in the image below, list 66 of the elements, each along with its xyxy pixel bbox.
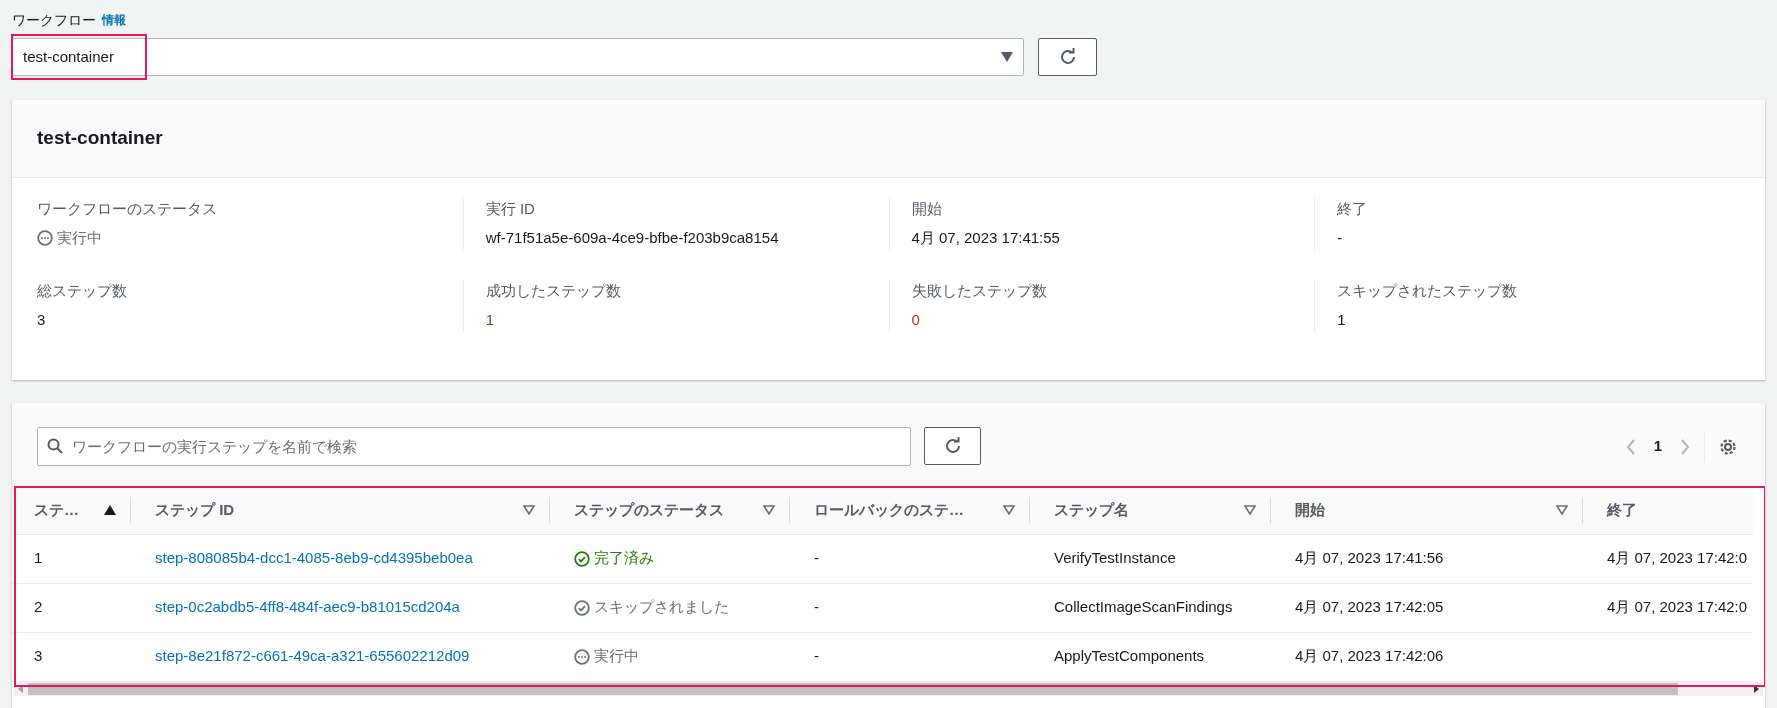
field-label: スキップされたステップ数: [1337, 281, 1519, 301]
field-label: 終了: [1337, 199, 1369, 219]
field-value: 1: [1337, 309, 1347, 330]
field-value: 3: [37, 309, 47, 330]
sort-icon[interactable]: [1244, 504, 1256, 515]
card-title: test-container: [37, 126, 163, 151]
sort-icon[interactable]: [523, 504, 535, 515]
table-cell: -: [814, 549, 819, 567]
refresh-icon: [943, 437, 962, 455]
table-cell: ApplyTestComponents: [1054, 647, 1205, 665]
field-value: 4月 07, 2023 17:41:55: [911, 227, 1061, 248]
table-cell: -: [814, 598, 819, 616]
status-text: 実行中: [57, 227, 102, 248]
column-header[interactable]: 開始: [1295, 498, 1325, 521]
info-link[interactable]: 情報: [102, 11, 126, 29]
status-text: 完了済み: [594, 548, 654, 569]
page-number[interactable]: 1: [1649, 435, 1666, 458]
caret-down-icon: [1001, 52, 1013, 62]
table-cell: CollectImageScanFindings: [1054, 598, 1233, 616]
table-cell: 4月 07, 2023 17:42:0: [1607, 549, 1748, 567]
sort-icon[interactable]: [1003, 504, 1015, 515]
table-cell: 4月 07, 2023 17:41:56: [1295, 549, 1444, 567]
field-label: 開始: [911, 199, 943, 219]
field-label: 成功したステップ数: [485, 281, 622, 301]
sort-icon[interactable]: [1556, 504, 1568, 515]
field-label: ワークフローのステータス: [37, 199, 218, 219]
refresh-button[interactable]: [1038, 38, 1097, 76]
table-cell: 4月 07, 2023 17:42:0: [1607, 598, 1748, 616]
search-icon: [47, 438, 63, 454]
column-header[interactable]: ロールバックのステ…: [814, 498, 964, 521]
status-text: 実行中: [594, 646, 639, 667]
column-header[interactable]: ステ…: [34, 498, 79, 521]
in-progress-icon: [37, 229, 53, 246]
step-id-link[interactable]: step-808085b4-dcc1-4085-8eb9-cd4395beb0ea: [155, 549, 473, 567]
column-header[interactable]: ステップ ID: [155, 498, 235, 521]
table-cell: 4月 07, 2023 17:42:05: [1295, 598, 1444, 616]
table-cell: 3: [34, 647, 43, 665]
field-label: ワークフロー: [12, 10, 96, 30]
step-id-link[interactable]: step-0c2abdb5-4ff8-484f-aec9-b81015cd204a: [155, 598, 460, 616]
sort-ascending-icon[interactable]: [104, 504, 116, 515]
sort-icon[interactable]: [763, 504, 775, 515]
column-header[interactable]: ステップ名: [1054, 498, 1129, 521]
field-value: 1: [485, 309, 496, 330]
column-header[interactable]: 終了: [1607, 498, 1637, 521]
field-value: 0: [911, 309, 921, 330]
table-cell: VerifyTestInstance: [1054, 549, 1176, 567]
table-cell: 4月 07, 2023 17:42:06: [1295, 647, 1444, 665]
table-cell: -: [814, 647, 819, 665]
in-progress-icon: [574, 648, 590, 665]
field-value: wf-71f51a5e-609a-4ce9-bfbe-f203b9ca8154: [485, 227, 780, 248]
field-value: -: [1337, 227, 1344, 248]
field-label: 総ステップ数: [37, 281, 128, 301]
refresh-button[interactable]: [924, 427, 981, 465]
dropdown-value: test-container: [23, 46, 115, 67]
table-cell: 2: [34, 598, 43, 616]
search-field[interactable]: ワークフローの実行ステップを名前で検索: [37, 427, 911, 466]
refresh-icon: [1058, 48, 1077, 66]
field-label: 失敗したステップ数: [911, 281, 1048, 301]
settings-icon[interactable]: [1719, 437, 1737, 456]
check-circle-icon: [574, 550, 590, 567]
check-circle-icon: [574, 599, 590, 616]
status-text: スキップされました: [594, 597, 729, 618]
table-cell: 1: [34, 549, 43, 567]
column-header[interactable]: ステップのステータス: [574, 498, 724, 521]
step-id-link[interactable]: step-8e21f872-c661-49ca-a321-655602212d09: [155, 647, 470, 665]
field-label: 実行 ID: [485, 199, 536, 219]
